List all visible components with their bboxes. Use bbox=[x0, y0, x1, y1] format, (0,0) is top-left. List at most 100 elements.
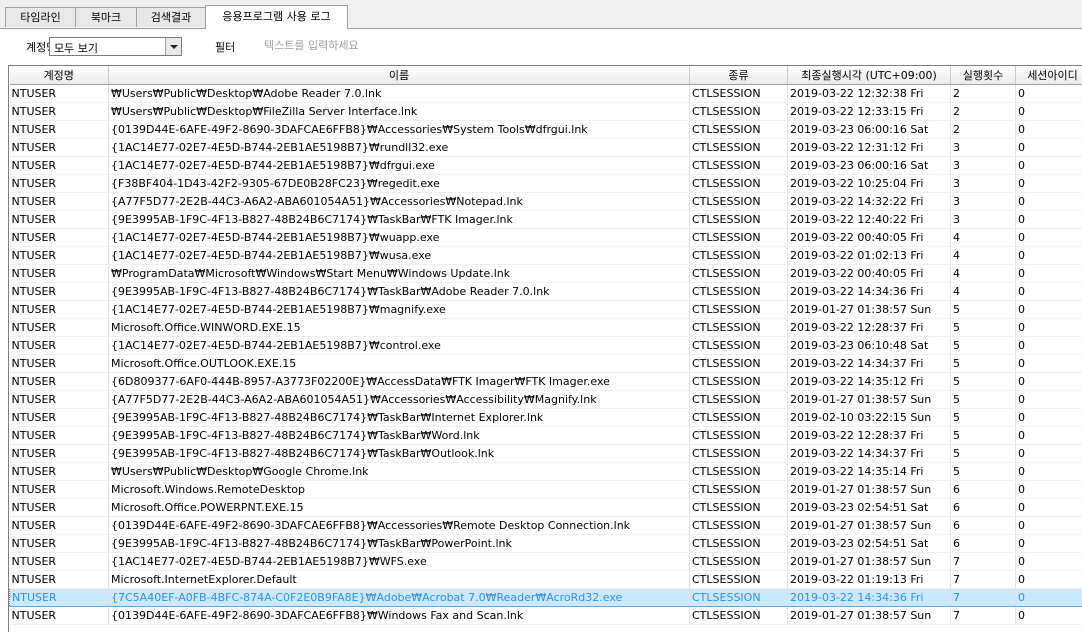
cell-type: CTLSESSION bbox=[689, 318, 788, 337]
cell-type: CTLSESSION bbox=[689, 138, 788, 157]
cell-name: Microsoft.Office.WINWORD.EXE.15 bbox=[108, 318, 690, 337]
cell-name: ₩Users₩Public₩Desktop₩FileZilla Server I… bbox=[108, 102, 690, 121]
cell-last-run: 2019-03-23 02:54:51 Sat bbox=[787, 498, 951, 517]
cell-run-count: 5 bbox=[950, 390, 1016, 409]
table-row[interactable]: NTUSER ₩Users₩Public₩Desktop₩Adobe Reader… bbox=[9, 84, 1082, 103]
col-header-session-id[interactable]: 세션아이디 bbox=[1015, 66, 1082, 85]
cell-run-count: 3 bbox=[950, 174, 1016, 193]
cell-type: CTLSESSION bbox=[689, 462, 788, 481]
table-row[interactable]: NTUSER {9E3995AB-1F9C-4F13-B827-48B24B6C7… bbox=[9, 408, 1082, 427]
cell-session-id: 0 bbox=[1015, 228, 1082, 247]
cell-name: {0139D44E-6AFE-49F2-8690-3DAFCAE6FFB8}₩A… bbox=[108, 516, 690, 535]
tab-search-results[interactable]: 검색결과 bbox=[136, 7, 206, 27]
cell-run-count: 5 bbox=[950, 426, 1016, 445]
cell-name: {1AC14E77-02E7-4E5D-B744-2EB1AE5198B7}₩m… bbox=[108, 300, 690, 319]
cell-account: NTUSER bbox=[9, 480, 109, 499]
cell-run-count: 5 bbox=[950, 336, 1016, 355]
cell-type: CTLSESSION bbox=[689, 264, 788, 283]
table-row[interactable]: NTUSER {9E3995AB-1F9C-4F13-B827-48B24B6C7… bbox=[9, 444, 1082, 463]
cell-account: NTUSER bbox=[9, 516, 109, 535]
table-row[interactable]: NTUSER {9E3995AB-1F9C-4F13-B827-48B24B6C7… bbox=[9, 282, 1082, 301]
tab-app-usage-log[interactable]: 응용프로그램 사용 로그 bbox=[205, 5, 348, 29]
cell-run-count: 6 bbox=[950, 534, 1016, 553]
table-row[interactable]: NTUSER {9E3995AB-1F9C-4F13-B827-48B24B6C7… bbox=[9, 210, 1082, 229]
account-select-value: 모두 보기 bbox=[54, 42, 98, 55]
cell-last-run: 2019-03-23 06:00:16 Sat bbox=[787, 156, 951, 175]
table-row[interactable]: NTUSER Microsoft.InternetExplorer.Default… bbox=[9, 570, 1082, 589]
chevron-down-icon[interactable] bbox=[165, 38, 181, 55]
cell-last-run: 2019-01-27 01:38:57 Sun bbox=[787, 516, 951, 535]
cell-account: NTUSER bbox=[9, 444, 109, 463]
table-header: 계정명 이름 종류 최종실행시각 (UTC+09:00) 실행횟수 세션아이디 bbox=[9, 66, 1082, 85]
filter-text-input[interactable] bbox=[260, 36, 518, 54]
table-row[interactable]: NTUSER {1AC14E77-02E7-4E5D-B744-2EB1AE519… bbox=[9, 156, 1082, 175]
table-row[interactable]: NTUSER Microsoft.Office.OUTLOOK.EXE.15 CTL… bbox=[9, 354, 1082, 373]
table-row[interactable]: NTUSER {0139D44E-6AFE-49F2-8690-3DAFCAE6F… bbox=[9, 516, 1082, 535]
table-row[interactable]: NTUSER {0139D44E-6AFE-49F2-8690-3DAFCAE6F… bbox=[9, 120, 1082, 139]
cell-type: CTLSESSION bbox=[689, 408, 788, 427]
col-header-name[interactable]: 이름 bbox=[108, 66, 690, 85]
table-row[interactable]: NTUSER {A77F5D77-2E2B-44C3-A6A2-ABA601054… bbox=[9, 390, 1082, 409]
table-row[interactable]: NTUSER ₩ProgramData₩Microsoft₩Windows₩Sta… bbox=[9, 264, 1082, 283]
cell-run-count: 2 bbox=[950, 120, 1016, 139]
cell-type: CTLSESSION bbox=[689, 570, 788, 589]
table-row[interactable]: NTUSER {0139D44E-6AFE-49F2-8690-3DAFCAE6F… bbox=[9, 606, 1082, 625]
cell-name: {A77F5D77-2E2B-44C3-A6A2-ABA601054A51}₩A… bbox=[108, 192, 690, 211]
col-header-account[interactable]: 계정명 bbox=[9, 66, 109, 85]
cell-account: NTUSER bbox=[9, 138, 109, 157]
cell-session-id: 0 bbox=[1015, 534, 1082, 553]
cell-last-run: 2019-01-27 01:38:57 Sun bbox=[787, 390, 951, 409]
cell-run-count: 3 bbox=[950, 210, 1016, 229]
cell-run-count: 5 bbox=[950, 300, 1016, 319]
table-row[interactable]: NTUSER {1AC14E77-02E7-4E5D-B744-2EB1AE519… bbox=[9, 336, 1082, 355]
table-row[interactable]: NTUSER {6D809377-6AF0-444B-8957-A3773F022… bbox=[9, 372, 1082, 391]
cell-last-run: 2019-01-27 01:38:57 Sun bbox=[787, 606, 951, 625]
table-row[interactable]: NTUSER {1AC14E77-02E7-4E5D-B744-2EB1AE519… bbox=[9, 246, 1082, 265]
table-row[interactable]: NTUSER ₩Users₩Public₩Desktop₩FileZilla Se… bbox=[9, 102, 1082, 121]
table-row[interactable]: NTUSER {1AC14E77-02E7-4E5D-B744-2EB1AE519… bbox=[9, 138, 1082, 157]
cell-account: NTUSER bbox=[9, 174, 109, 193]
table-row[interactable]: NTUSER {1AC14E77-02E7-4E5D-B744-2EB1AE519… bbox=[9, 228, 1082, 247]
cell-name: Microsoft.InternetExplorer.Default bbox=[108, 570, 690, 589]
cell-session-id: 0 bbox=[1015, 498, 1082, 517]
col-header-last-run[interactable]: 최종실행시각 (UTC+09:00) bbox=[787, 66, 951, 85]
cell-name: {1AC14E77-02E7-4E5D-B744-2EB1AE5198B7}₩w… bbox=[108, 246, 690, 265]
account-select[interactable]: 모두 보기 bbox=[49, 37, 182, 56]
table-row[interactable]: NTUSER {9E3995AB-1F9C-4F13-B827-48B24B6C7… bbox=[9, 534, 1082, 553]
cell-account: NTUSER bbox=[9, 264, 109, 283]
table-row[interactable]: NTUSER Microsoft.Office.WINWORD.EXE.15 CTL… bbox=[9, 318, 1082, 337]
col-header-run-count[interactable]: 실행횟수 bbox=[950, 66, 1016, 85]
table-row[interactable]: NTUSER Microsoft.Windows.RemoteDesktop CTL… bbox=[9, 480, 1082, 499]
cell-session-id: 0 bbox=[1015, 444, 1082, 463]
tab-bookmark[interactable]: 북마크 bbox=[75, 7, 137, 27]
cell-session-id: 0 bbox=[1015, 408, 1082, 427]
table-row[interactable]: NTUSER Microsoft.Office.POWERPNT.EXE.15 CT… bbox=[9, 498, 1082, 517]
table-row[interactable]: NTUSER {1AC14E77-02E7-4E5D-B744-2EB1AE519… bbox=[9, 300, 1082, 319]
cell-session-id: 0 bbox=[1015, 174, 1082, 193]
cell-name: ₩Users₩Public₩Desktop₩Google Chrome.lnk bbox=[108, 462, 690, 481]
cell-session-id: 0 bbox=[1015, 552, 1082, 571]
cell-run-count: 5 bbox=[950, 372, 1016, 391]
cell-account: NTUSER bbox=[9, 354, 109, 373]
cell-account: NTUSER bbox=[9, 426, 109, 445]
cell-run-count: 5 bbox=[950, 444, 1016, 463]
cell-run-count: 5 bbox=[950, 462, 1016, 481]
table-row[interactable]: NTUSER {1AC14E77-02E7-4E5D-B744-2EB1AE519… bbox=[9, 552, 1082, 571]
table-row[interactable]: NTUSER {9E3995AB-1F9C-4F13-B827-48B24B6C7… bbox=[9, 426, 1082, 445]
table-row[interactable]: NTUSER {7C5A40EF-A0FB-4BFC-874A-C0F2E0B9F… bbox=[9, 588, 1082, 607]
col-header-type[interactable]: 종류 bbox=[689, 66, 788, 85]
tab-timeline[interactable]: 타임라인 bbox=[5, 7, 76, 27]
cell-type: CTLSESSION bbox=[689, 120, 788, 139]
table-row[interactable]: NTUSER {A77F5D77-2E2B-44C3-A6A2-ABA601054… bbox=[9, 192, 1082, 211]
cell-session-id: 0 bbox=[1015, 138, 1082, 157]
cell-account: NTUSER bbox=[9, 462, 109, 481]
cell-name: Microsoft.Office.POWERPNT.EXE.15 bbox=[108, 498, 690, 517]
cell-last-run: 2019-03-22 12:28:37 Fri bbox=[787, 318, 951, 337]
cell-name: {9E3995AB-1F9C-4F13-B827-48B24B6C7174}₩T… bbox=[108, 534, 690, 553]
table-row[interactable]: NTUSER {F38BF404-1D43-42F2-9305-67DE0B28F… bbox=[9, 174, 1082, 193]
cell-run-count: 7 bbox=[950, 606, 1016, 625]
cell-type: CTLSESSION bbox=[689, 588, 788, 607]
table-row[interactable]: NTUSER ₩Users₩Public₩Desktop₩Google Chrom… bbox=[9, 462, 1082, 481]
cell-name: {6D809377-6AF0-444B-8957-A3773F02200E}₩A… bbox=[108, 372, 690, 391]
cell-account: NTUSER bbox=[9, 282, 109, 301]
